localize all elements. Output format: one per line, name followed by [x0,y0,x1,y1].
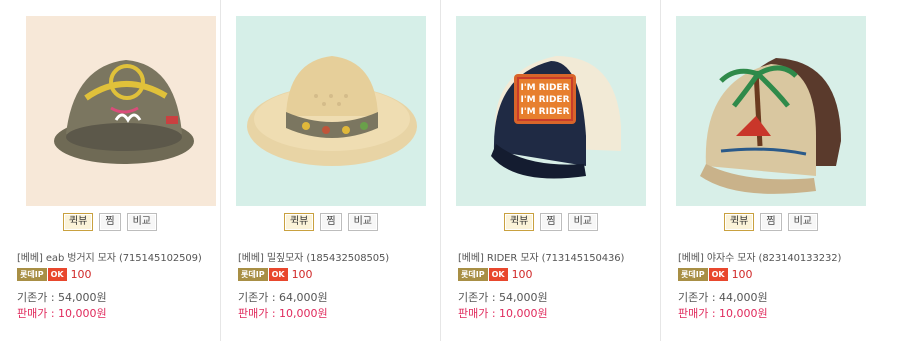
product-card: 퀵뷰 찜 비교 [베베] eab 벙거지 모자 (715145102509) 롯… [0,0,220,341]
points-value: 100 [731,268,753,281]
sale-price: 판매가 : 10,000원 [17,307,107,320]
product-image[interactable]: I'M RIDER I'M RIDER I'M RIDER [456,16,646,206]
wish-button[interactable]: 찜 [760,213,782,231]
quick-view-button[interactable]: 퀵뷰 [283,213,315,231]
lotte-ip-badge: 롯데IP [458,268,488,281]
ok-cashbag-badge: OK [47,268,67,281]
patch-line-1: I'M RIDER [520,83,569,93]
lotte-ip-badge: 롯데IP [678,268,708,281]
compare-button[interactable]: 비교 [347,213,378,231]
product-card: I'M RIDER I'M RIDER I'M RIDER 퀵뷰 찜 비교 [베… [440,0,660,341]
ok-cashbag-badge: OK [268,268,288,281]
rider-cap-image: I'M RIDER I'M RIDER I'M RIDER [456,16,646,206]
lotte-ip-badge: 롯데IP [17,268,47,281]
action-buttons: 퀵뷰 찜 비교 [661,213,881,231]
palm-tree-cap-image [676,16,866,206]
product-card: 퀵뷰 찜 비교 [베베] 밀짚모자 (185432508505) 롯데IP OK… [220,0,440,341]
action-buttons: 퀵뷰 찜 비교 [0,213,220,231]
points-value: 100 [511,268,533,281]
original-price: 기존가 : 54,000원 [458,291,548,304]
product-image[interactable] [26,16,216,206]
action-buttons: 퀵뷰 찜 비교 [441,213,661,231]
compare-button[interactable]: 비교 [126,213,157,231]
product-image[interactable] [236,16,426,206]
product-name[interactable]: [베베] RIDER 모자 (713145150436) [458,249,663,264]
sale-price: 판매가 : 10,000원 [458,307,548,320]
product-card: 퀵뷰 찜 비교 [베베] 야자수 모자 (823140133232) 롯데IP … [660,0,899,341]
sale-price: 판매가 : 10,000원 [678,307,768,320]
quick-view-button[interactable]: 퀵뷰 [62,213,94,231]
quick-view-button[interactable]: 퀵뷰 [723,213,755,231]
points-value: 100 [70,268,92,281]
patch-line-2: I'M RIDER [520,95,569,105]
benefit-badges: 롯데IP OK 100 [17,268,92,281]
original-price: 기존가 : 44,000원 [678,291,768,304]
wish-button[interactable]: 찜 [320,213,342,231]
ok-cashbag-badge: OK [708,268,728,281]
lotte-ip-badge: 롯데IP [238,268,268,281]
product-name[interactable]: [베베] eab 벙거지 모자 (715145102509) [17,249,222,264]
wish-button[interactable]: 찜 [540,213,562,231]
sale-price: 판매가 : 10,000원 [238,307,328,320]
benefit-badges: 롯데IP OK 100 [238,268,313,281]
compare-button[interactable]: 비교 [787,213,818,231]
ok-cashbag-badge: OK [488,268,508,281]
action-buttons: 퀵뷰 찜 비교 [221,213,441,231]
product-name[interactable]: [베베] 밀짚모자 (185432508505) [238,249,443,264]
product-grid: 퀵뷰 찜 비교 [베베] eab 벙거지 모자 (715145102509) 롯… [0,0,899,341]
straw-hat-image [236,16,426,206]
bucket-hat-image [26,16,216,206]
patch-line-3: I'M RIDER [520,107,569,117]
original-price: 기존가 : 64,000원 [238,291,328,304]
points-value: 100 [291,268,313,281]
benefit-badges: 롯데IP OK 100 [678,268,753,281]
compare-button[interactable]: 비교 [567,213,598,231]
quick-view-button[interactable]: 퀵뷰 [503,213,535,231]
original-price: 기존가 : 54,000원 [17,291,107,304]
wish-button[interactable]: 찜 [99,213,121,231]
product-image[interactable] [676,16,866,206]
benefit-badges: 롯데IP OK 100 [458,268,533,281]
product-name[interactable]: [베베] 야자수 모자 (823140133232) [678,249,883,264]
